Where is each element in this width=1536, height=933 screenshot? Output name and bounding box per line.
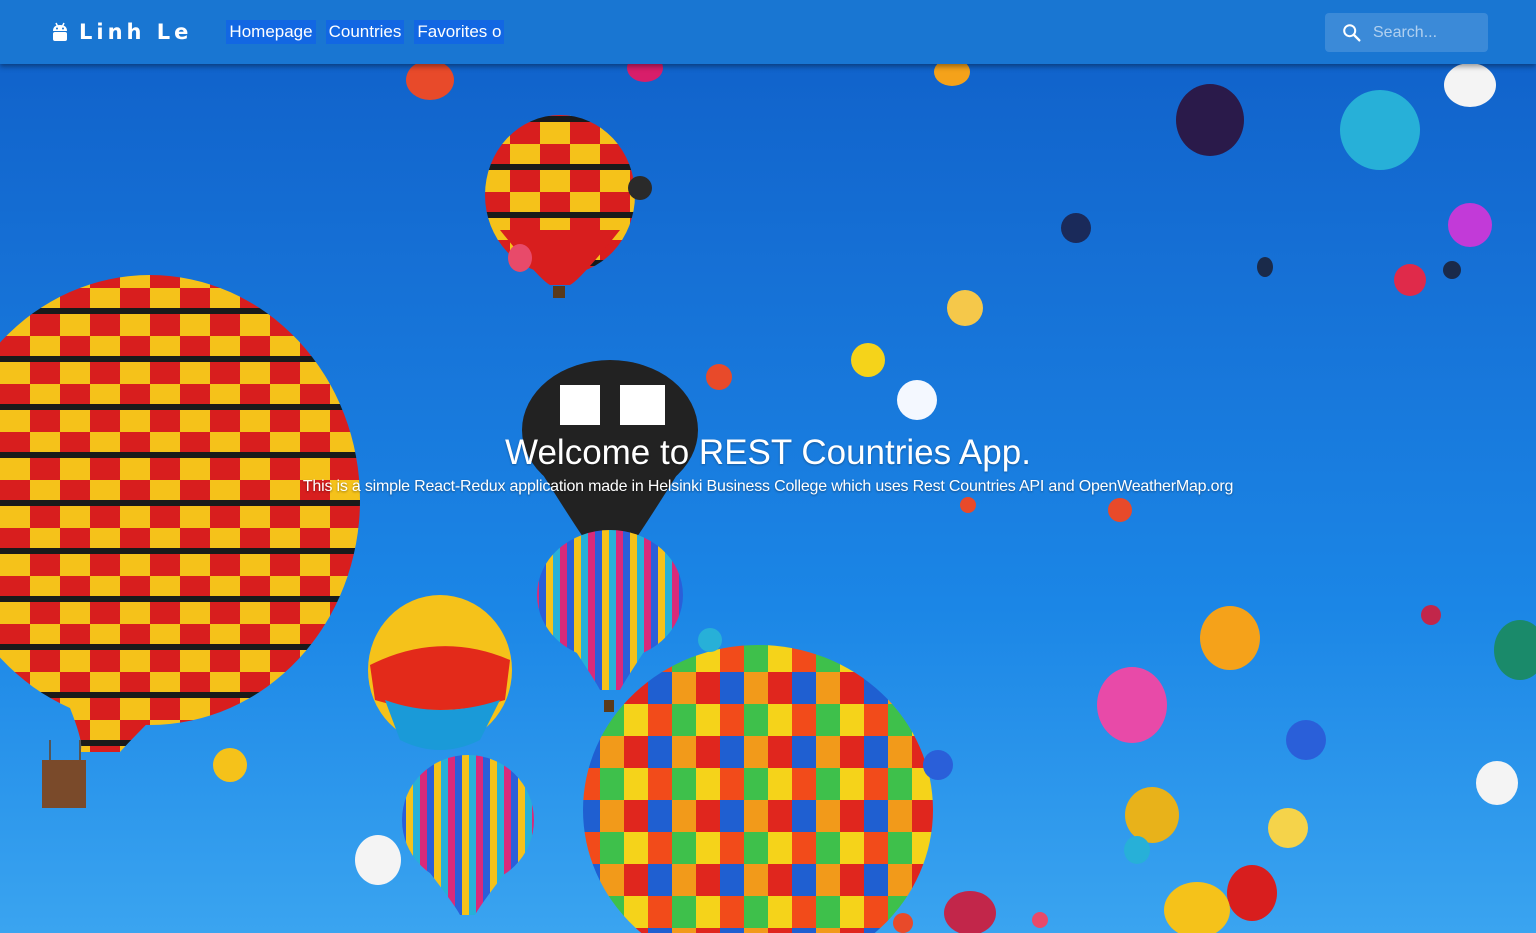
brand[interactable]: Linh Le	[52, 20, 192, 44]
search-input[interactable]	[1373, 23, 1478, 42]
welcome-section: Welcome to REST Countries App. This is a…	[0, 432, 1536, 496]
welcome-subtitle: This is a simple React-Redux application…	[302, 478, 1234, 495]
search-icon	[1343, 23, 1361, 42]
nav-favorites-link[interactable]: Favorites o	[414, 20, 505, 44]
nav-homepage-link[interactable]: Homepage	[226, 20, 316, 44]
app-bar: Linh Le Homepage Countries Favorites o	[0, 0, 1536, 64]
main-nav: Homepage Countries Favorites o	[226, 20, 514, 44]
android-icon	[53, 22, 67, 41]
search-box[interactable]	[1325, 13, 1488, 52]
brand-name: Linh Le	[79, 20, 193, 44]
welcome-title: Welcome to REST Countries App.	[505, 433, 1031, 472]
nav-countries-link[interactable]: Countries	[325, 20, 405, 44]
